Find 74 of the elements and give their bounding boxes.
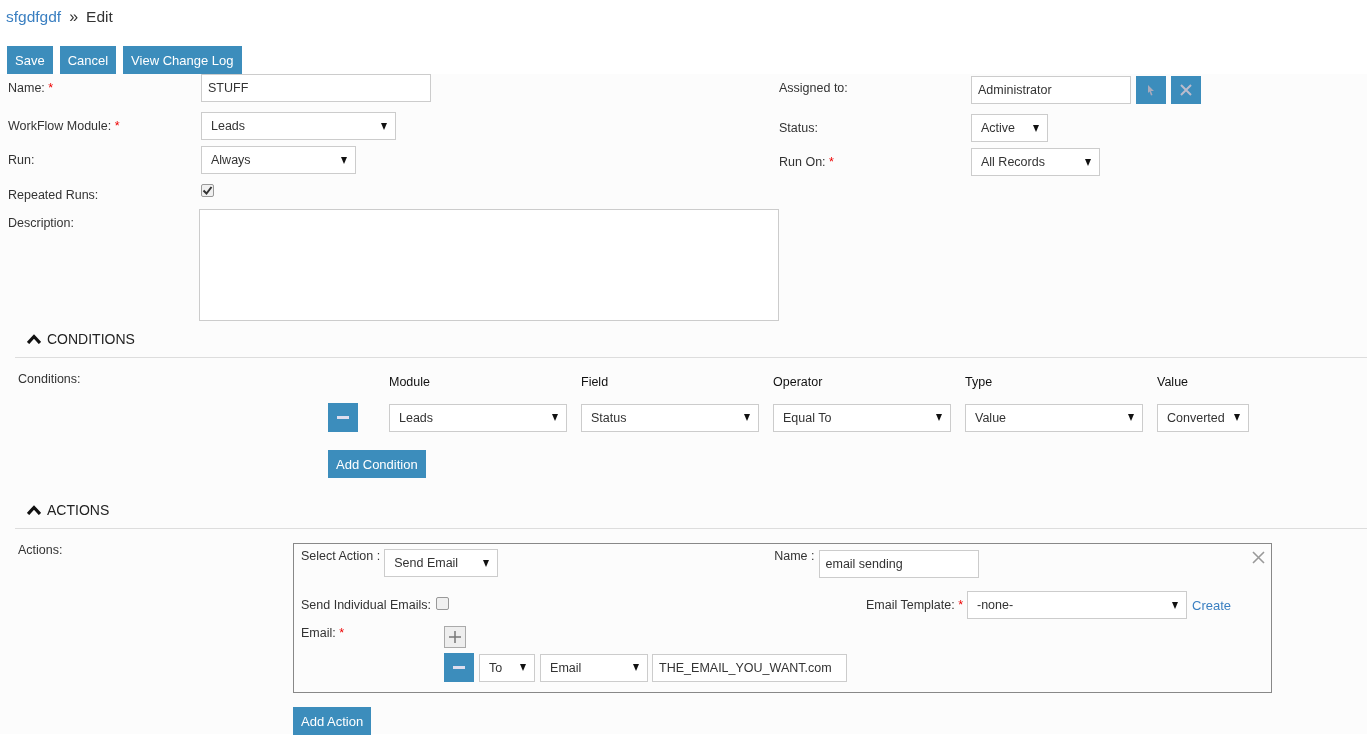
caret-icon [1033, 124, 1039, 132]
email-field[interactable]: THE_EMAIL_YOU_WANT.com [652, 653, 848, 682]
create-link[interactable]: Create [1192, 597, 1232, 613]
text-field[interactable]: Administrator [971, 76, 1131, 104]
select-field[interactable]: Leads [389, 403, 567, 432]
column-header: Value [1157, 375, 1190, 389]
caret-icon [341, 156, 347, 164]
toolbar-button[interactable]: Cancel [59, 46, 117, 74]
select-field[interactable]: Email [540, 653, 649, 682]
field-label: Name : [774, 549, 815, 563]
select-field[interactable]: Active [971, 114, 1048, 142]
column-header: Field [581, 375, 610, 389]
caret-icon [1085, 158, 1091, 166]
field-label: Name: * [8, 80, 55, 97]
toolbar-button[interactable]: Save [7, 46, 53, 74]
remove-button[interactable] [328, 403, 358, 432]
select-field[interactable]: All Records [971, 148, 1100, 176]
caret-icon [744, 414, 750, 421]
caret-icon [381, 122, 387, 130]
checkbox[interactable] [435, 597, 449, 610]
select-field[interactable]: Status [581, 403, 759, 432]
add-icon[interactable] [444, 626, 467, 648]
select-field[interactable]: To [479, 653, 536, 682]
field-label: Actions: [18, 543, 64, 559]
breadcrumb-separator: » [69, 8, 79, 26]
section-title: CONDITIONS [47, 331, 135, 347]
minus-icon [453, 666, 466, 669]
select-field[interactable]: Send Email [384, 549, 499, 577]
caret-icon [633, 664, 640, 671]
select-field[interactable]: Always [201, 146, 356, 174]
caret-icon [1128, 414, 1134, 421]
caret-icon [936, 414, 942, 421]
select-field[interactable]: Leads [201, 112, 396, 140]
close-icon[interactable] [1252, 551, 1265, 564]
add-action-button[interactable]: Add Action [293, 707, 372, 735]
caret-icon [483, 559, 490, 567]
field-label: Email: * [301, 626, 345, 640]
field-label: Status: [779, 120, 819, 137]
field-label: Description: [8, 215, 75, 232]
caret-icon [552, 414, 558, 421]
field-label: Email Template: * [865, 598, 963, 612]
description-field[interactable] [199, 209, 779, 321]
text-field[interactable]: STUFF [201, 74, 431, 102]
toolbar-button[interactable]: View Change Log [123, 46, 242, 74]
field-label: Conditions: [18, 372, 82, 388]
field-label: WorkFlow Module: * [8, 118, 121, 135]
column-header: Type [965, 375, 994, 389]
field-label: Run On: * [779, 154, 835, 171]
chevron-up-icon[interactable] [27, 505, 41, 515]
field-label: Run: [8, 152, 36, 169]
name-field[interactable]: email sending [818, 550, 979, 578]
page-title: Edit [86, 8, 113, 26]
field-label: Assigned to: [779, 80, 849, 97]
caret-icon [1172, 601, 1178, 609]
field-label: Send Individual Emails: [301, 598, 431, 612]
column-header: Operator [773, 375, 824, 389]
add-condition-button[interactable]: Add Condition [328, 450, 426, 478]
breadcrumb-link[interactable]: sfgdfgdf [6, 8, 62, 26]
select-field[interactable]: -none- [967, 591, 1187, 619]
minus-icon [337, 416, 349, 419]
field-label: Repeated Runs: [8, 187, 100, 202]
chevron-up-icon[interactable] [27, 334, 41, 344]
section-title: ACTIONS [47, 502, 110, 518]
field-label: Select Action : [301, 549, 381, 563]
caret-icon [520, 664, 527, 671]
select-field[interactable]: Value [965, 403, 1143, 432]
checkbox[interactable] [201, 184, 214, 197]
select-field[interactable]: Converted [1157, 403, 1249, 432]
cursor-icon[interactable] [1136, 76, 1166, 104]
remove-button[interactable] [444, 653, 475, 682]
column-header: Module [389, 375, 431, 389]
caret-icon [1234, 414, 1240, 421]
select-field[interactable]: Equal To [773, 403, 951, 432]
close-icon[interactable] [1171, 76, 1201, 104]
